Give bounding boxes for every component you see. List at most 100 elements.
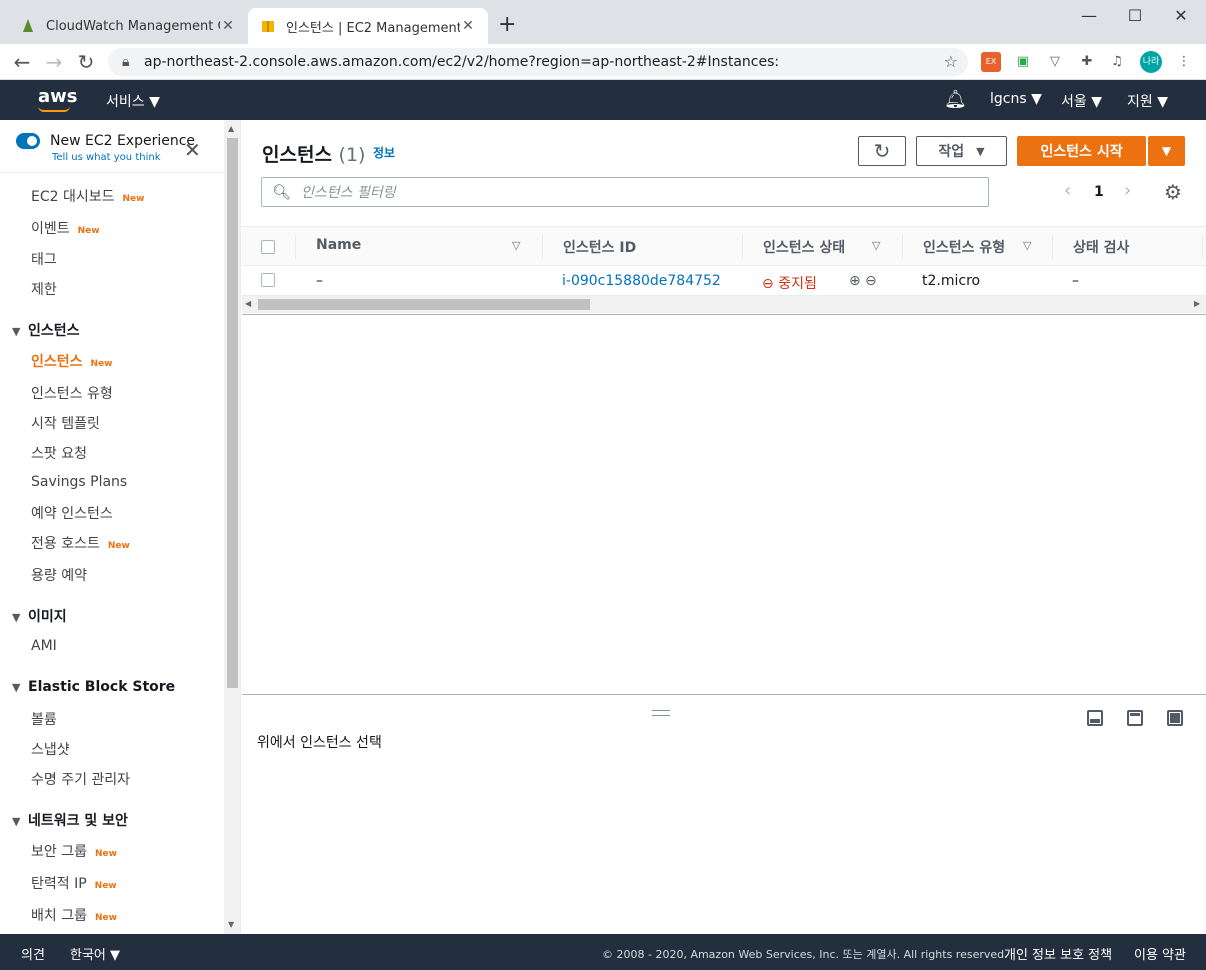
column-instance-type[interactable]: 인스턴스 유형 — [923, 237, 1005, 257]
sidebar-section-instances[interactable]: ▼ 인스턴스 — [12, 320, 80, 340]
new-badge: New — [122, 194, 145, 204]
minimize-icon[interactable]: — — [1066, 6, 1112, 25]
sidebar-item-elastic-ips[interactable]: 탄력적 IP New — [31, 873, 117, 893]
window-close-icon[interactable]: ✕ — [1158, 6, 1204, 25]
sidebar-item-instance-types[interactable]: 인스턴스 유형 — [31, 383, 113, 403]
sidebar-item-placement-groups[interactable]: 배치 그룹 New — [31, 905, 117, 925]
sidebar-item-dedicated-hosts[interactable]: 전용 호스트 New — [31, 533, 130, 553]
feedback-link[interactable]: Tell us what you think — [52, 152, 161, 163]
bookmark-star-icon[interactable]: ☆ — [944, 52, 958, 71]
maximize-icon[interactable]: ☐ — [1112, 6, 1158, 25]
next-page-icon[interactable]: › — [1124, 180, 1131, 201]
launch-instance-button[interactable]: 인스턴스 시작 — [1017, 136, 1146, 166]
sidebar-scrollbar[interactable]: ▲ ▼ — [224, 120, 240, 934]
sort-icon[interactable]: ▽ — [872, 239, 880, 252]
panel-bottom-icon[interactable] — [1087, 710, 1103, 726]
sidebar-item-events[interactable]: 이벤트 New — [31, 218, 100, 238]
scrollbar-thumb[interactable] — [227, 138, 238, 688]
account-menu[interactable]: lgcns ▼ — [990, 91, 1042, 107]
extension-ex-icon[interactable]: EX — [981, 52, 1001, 72]
back-icon[interactable]: ← — [8, 50, 36, 74]
panel-full-icon[interactable] — [1167, 710, 1183, 726]
sidebar-item-security-groups[interactable]: 보안 그룹 New — [31, 841, 117, 861]
select-instance-message: 위에서 인스턴스 선택 — [257, 735, 382, 751]
privacy-policy-link[interactable]: 개인 정보 보호 정책 — [1004, 944, 1112, 963]
services-menu[interactable]: 서비스 ▼ — [106, 91, 160, 111]
puzzle-icon[interactable]: ✚ — [1077, 52, 1097, 72]
extension-v-icon[interactable]: ▽ — [1045, 52, 1065, 72]
sidebar-item-volumes[interactable]: 볼륨 — [31, 709, 57, 729]
prev-page-icon[interactable]: ‹ — [1064, 180, 1071, 201]
sidebar-section-ebs[interactable]: ▼ Elastic Block Store — [12, 679, 175, 695]
table-horizontal-scrollbar[interactable]: ◀ ▶ — [242, 296, 1206, 313]
sort-icon[interactable]: ▽ — [512, 239, 520, 252]
bell-icon[interactable]: 🔔︎ — [944, 89, 967, 110]
sidebar-item-reserved-instances[interactable]: 예약 인스턴스 — [31, 503, 113, 523]
actions-button[interactable]: 작업 ▼ — [916, 136, 1007, 166]
gear-icon[interactable]: ⚙ — [1164, 180, 1182, 204]
sidebar-item-instances[interactable]: 인스턴스 New — [31, 351, 112, 371]
new-badge: New — [94, 881, 117, 891]
sidebar-item-ami[interactable]: AMI — [31, 638, 57, 654]
tab-cloudwatch[interactable]: CloudWatch Management Cons ✕ — [8, 8, 248, 44]
scroll-down-icon[interactable]: ▼ — [228, 920, 234, 929]
feedback-link[interactable]: 의견 — [21, 944, 45, 963]
sidebar-item-savings-plans[interactable]: Savings Plans — [31, 474, 127, 490]
sort-icon[interactable]: ▽ — [1023, 239, 1031, 252]
main-content: 인스턴스 (1) 정보 ↻ 작업 ▼ 인스턴스 시작 ▼ 🔍︎ 인스턴스 필터링… — [242, 120, 1206, 934]
url-input[interactable]: 🔒︎ ap-northeast-2.console.aws.amazon.com… — [108, 48, 968, 76]
sidebar-item-snapshots[interactable]: 스냅샷 — [31, 739, 70, 759]
row-checkbox[interactable] — [261, 273, 275, 287]
zoom-in-icon[interactable]: ⊕ — [849, 273, 861, 289]
column-name[interactable]: Name — [316, 237, 361, 253]
select-all-checkbox[interactable] — [261, 240, 275, 254]
instance-count: (1) — [338, 144, 366, 166]
aws-logo[interactable]: aws — [38, 86, 78, 112]
panel-side-icon[interactable] — [1127, 710, 1143, 726]
close-tab-icon[interactable]: ✕ — [220, 18, 236, 34]
menu-kebab-icon[interactable]: ⋮ — [1174, 52, 1194, 72]
page-number[interactable]: 1 — [1094, 184, 1104, 200]
sidebar-item-tags[interactable]: 태그 — [31, 249, 57, 269]
sidebar-item-lifecycle-manager[interactable]: 수명 주기 관리자 — [31, 769, 130, 789]
sidebar-section-network-security[interactable]: ▼ 네트워크 및 보안 — [12, 810, 128, 830]
reload-icon[interactable]: ↻ — [72, 50, 100, 74]
language-select[interactable]: 한국어 ▼ — [70, 944, 120, 963]
forward-icon[interactable]: → — [40, 50, 68, 74]
info-link[interactable]: 정보 — [373, 144, 395, 161]
extension-screen-icon[interactable]: ▣ — [1013, 52, 1033, 72]
close-tab-icon[interactable]: ✕ — [460, 18, 476, 34]
caret-down-icon: ▼ — [1161, 144, 1172, 158]
search-placeholder: 인스턴스 필터링 — [301, 185, 396, 201]
support-menu[interactable]: 지원 ▼ — [1127, 91, 1168, 111]
terms-link[interactable]: 이용 약관 — [1134, 944, 1186, 963]
close-icon[interactable]: ✕ — [184, 138, 201, 162]
new-experience-toggle[interactable] — [16, 133, 40, 149]
sidebar-item-limits[interactable]: 제한 — [31, 279, 57, 299]
table-row[interactable]: – i-090c15880de784752 ⊖ 중지됨 ⊕ ⊖ t2.micro… — [242, 266, 1206, 296]
new-badge: New — [107, 541, 130, 551]
zoom-out-icon[interactable]: ⊖ — [865, 273, 877, 289]
region-menu[interactable]: 서울 ▼ — [1061, 91, 1102, 111]
instance-filter-input[interactable]: 🔍︎ 인스턴스 필터링 — [261, 177, 989, 207]
sidebar-section-images[interactable]: ▼ 이미지 — [12, 606, 67, 626]
avatar[interactable]: 나라 — [1140, 51, 1162, 73]
scroll-right-icon[interactable]: ▶ — [1194, 299, 1200, 308]
column-status-check[interactable]: 상태 검사 — [1073, 237, 1129, 257]
sidebar-item-launch-templates[interactable]: 시작 템플릿 — [31, 413, 100, 433]
sidebar-item-spot-requests[interactable]: 스팟 요청 — [31, 443, 87, 463]
new-tab-icon[interactable]: + — [498, 12, 516, 37]
sidebar-item-ec2-dashboard[interactable]: EC2 대시보드 New — [31, 186, 144, 206]
cell-instance-id-link[interactable]: i-090c15880de784752 — [562, 273, 721, 289]
refresh-button[interactable]: ↻ — [858, 136, 906, 166]
column-instance-state[interactable]: 인스턴스 상태 — [763, 237, 845, 257]
tab-ec2-instances[interactable]: 인스턴스 | EC2 Management Co ✕ — [248, 8, 488, 44]
scroll-up-icon[interactable]: ▲ — [228, 124, 234, 133]
sidebar-item-capacity-reservations[interactable]: 용량 예약 — [31, 565, 87, 585]
resize-handle-icon[interactable] — [652, 710, 670, 716]
launch-dropdown-button[interactable]: ▼ — [1148, 136, 1185, 166]
scrollbar-thumb[interactable] — [258, 299, 590, 310]
scroll-left-icon[interactable]: ◀ — [245, 299, 251, 308]
column-instance-id[interactable]: 인스턴스 ID — [563, 237, 636, 257]
media-queue-icon[interactable]: ♫ — [1107, 52, 1127, 72]
